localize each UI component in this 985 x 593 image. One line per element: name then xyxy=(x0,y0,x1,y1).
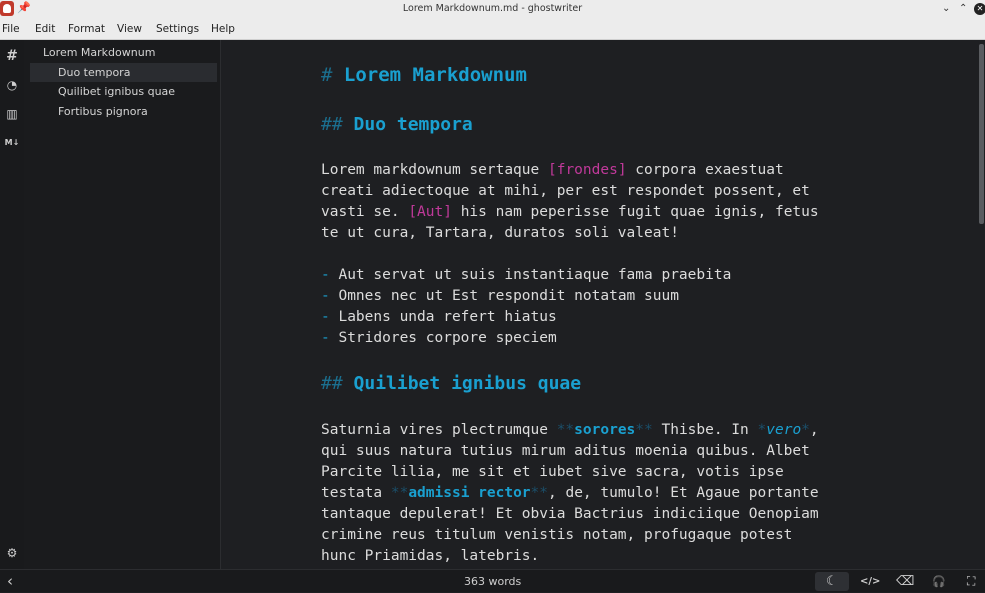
paragraph-2-line-5: tantaque depulerat! Et obvia Bactrius in… xyxy=(321,506,819,522)
heading-2-duo-tempora: ## Duo tempora xyxy=(321,114,473,135)
heading-2-text: Duo tempora xyxy=(353,114,473,135)
italic-vero: vero xyxy=(766,422,802,438)
link-frondes: [frondes] xyxy=(547,162,627,178)
minimize-icon[interactable]: ⌄ xyxy=(942,0,950,18)
paragraph-2-line-4: testata **admissi rector**, de, tumulo! … xyxy=(321,485,819,501)
menu-file[interactable]: File xyxy=(2,18,20,40)
fullscreen-icon[interactable]: ⛶ xyxy=(967,570,975,593)
heading-1-text: Lorem Markdownum xyxy=(343,64,527,86)
menu-bar: File Edit Format View Settings Help xyxy=(0,18,985,40)
link-aut: [Aut] xyxy=(408,204,452,220)
html-preview-icon[interactable]: </> xyxy=(860,570,880,593)
outline-item-lorem-markdownum[interactable]: Lorem Markdownum xyxy=(43,43,213,62)
outline-item-duo-tempora[interactable]: Duo tempora xyxy=(30,63,217,82)
paragraph-1-line-2: creati adiectoque at mihi, per est respo… xyxy=(321,183,810,199)
list-bullet: - xyxy=(321,309,330,325)
heading-1-marker: # xyxy=(321,64,333,86)
title-bar: 📌 Lorem Markdownum.md - ghostwriter ⌄ ⌃ … xyxy=(0,0,985,18)
distraction-free-audio-icon[interactable]: 🎧 xyxy=(932,570,946,593)
list-item: - Omnes nec ut Est respondit notatam suu… xyxy=(321,288,679,304)
menu-settings[interactable]: Settings xyxy=(156,18,199,40)
heading-2-text: Quilibet ignibus quae xyxy=(353,373,582,394)
maximize-icon[interactable]: ⌃ xyxy=(959,0,967,18)
list-item: - Stridores corpore speciem xyxy=(321,330,557,346)
window-title: Lorem Markdownum.md - ghostwriter xyxy=(402,3,583,14)
list-item: - Aut servat ut suis instantiaque fama p… xyxy=(321,267,732,283)
paragraph-2-line-6: crimine reus titulum venistis notam, pro… xyxy=(321,527,793,543)
heading-2-marker: ## xyxy=(321,114,343,135)
outline-hash-icon[interactable]: # xyxy=(0,48,24,64)
settings-gear-icon[interactable]: ⚙ xyxy=(0,546,24,560)
outline-item-quilibet-ignibus-quae[interactable]: Quilibet ignibus quae xyxy=(58,82,213,101)
toggle-sidebar-icon[interactable]: ‹ xyxy=(7,570,13,593)
heading-1: # Lorem Markdownum xyxy=(321,64,527,86)
document-stats-icon[interactable]: ▥ xyxy=(0,107,24,121)
outline-item-fortibus-pignora[interactable]: Fortibus pignora xyxy=(58,102,213,121)
paragraph-2-line-2: qui suus natura tutius mirum aditus moen… xyxy=(321,443,810,459)
paragraph-1-line-3: vasti se. [Aut] his nam peperisse fugit … xyxy=(321,204,819,220)
paragraph-2-line-1: Saturnia vires plectrumque **sorores** T… xyxy=(321,422,819,438)
menu-view[interactable]: View xyxy=(117,18,142,40)
list-bullet: - xyxy=(321,330,330,346)
session-stats-icon[interactable]: ◔ xyxy=(0,78,24,92)
menu-edit[interactable]: Edit xyxy=(35,18,55,40)
markdown-cheatsheet-icon[interactable]: M↓ xyxy=(0,138,24,147)
outline-panel: Lorem Markdownum Duo tempora Quilibet ig… xyxy=(24,40,221,569)
paragraph-1-line-1: Lorem markdownum sertaque [frondes] corp… xyxy=(321,162,784,178)
heading-2-marker: ## xyxy=(321,373,343,394)
hemingway-mode-icon[interactable]: ⌫ xyxy=(896,570,914,593)
bold-sorores: sorores xyxy=(574,422,636,438)
menu-help[interactable]: Help xyxy=(211,18,235,40)
paragraph-2-line-3: Parcite lilia, me sit et iubet sive sacr… xyxy=(321,464,784,480)
dark-mode-moon-icon[interactable]: ☾ xyxy=(826,570,838,593)
bold-admissi-rector: admissi rector xyxy=(408,485,531,501)
close-icon[interactable]: ✕ xyxy=(974,3,985,15)
markdown-editor[interactable]: # Lorem Markdownum ## Duo tempora Lorem … xyxy=(221,40,985,569)
paragraph-1-line-4: te ut cura, Tartara, duratos soli valeat… xyxy=(321,225,679,241)
menu-format[interactable]: Format xyxy=(68,18,105,40)
list-bullet: - xyxy=(321,288,330,304)
sidebar-icon-bar: # ◔ ▥ M↓ ⚙ xyxy=(0,40,24,569)
word-count: 363 words xyxy=(464,575,522,588)
editor-scrollbar-thumb[interactable] xyxy=(979,44,984,224)
status-bar: ‹ 363 words ☾ </> ⌫ 🎧 ⛶ xyxy=(0,569,985,592)
paragraph-2-line-7: hunc Priamidas, latebris. xyxy=(321,548,540,564)
heading-2-quilibet: ## Quilibet ignibus quae xyxy=(321,373,581,394)
list-bullet: - xyxy=(321,267,330,283)
list-item: - Labens unda refert hiatus xyxy=(321,309,557,325)
